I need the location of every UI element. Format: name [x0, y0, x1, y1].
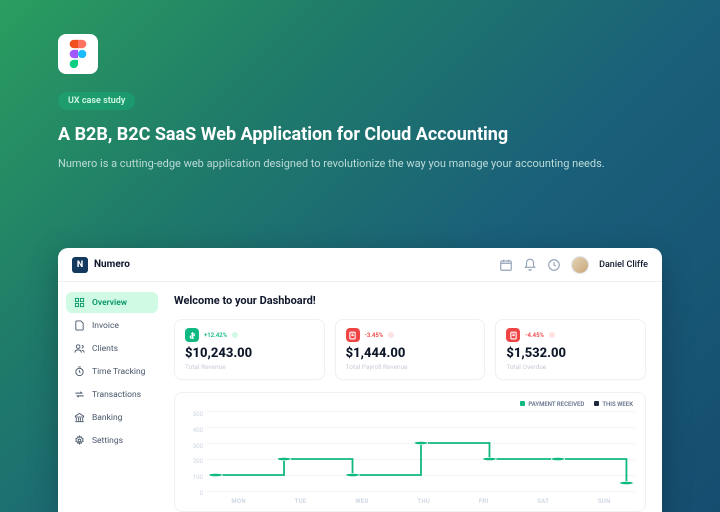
trend-down-icon — [549, 332, 555, 338]
bell-icon[interactable] — [523, 258, 537, 272]
brand-name: Numero — [94, 259, 130, 270]
sidebar-item-label: Overview — [92, 298, 127, 308]
bank-icon — [74, 412, 85, 423]
stat-label: Total Overdue — [506, 363, 635, 371]
sidebar-item-time-tracking[interactable]: Time Tracking — [66, 361, 158, 382]
hero-subtitle: Numero is a cutting-edge web application… — [58, 155, 618, 173]
stat-card-overdue: -4.45% $1,532.00 Total Overdue — [495, 319, 646, 380]
sidebar-item-clients[interactable]: Clients — [66, 338, 158, 359]
receipt-icon — [346, 328, 360, 342]
main-content: Welcome to your Dashboard! +12.42% $10,2… — [166, 282, 662, 512]
stat-amount: $1,444.00 — [346, 346, 475, 361]
trend-down-icon — [388, 332, 394, 338]
calendar-icon[interactable] — [499, 258, 513, 272]
legend-dot-icon — [520, 401, 525, 406]
sidebar-item-overview[interactable]: Overview — [66, 292, 158, 313]
sidebar-item-label: Banking — [92, 413, 122, 423]
stat-card-payroll: -3.45% $1,444.00 Total Payroll Revenue — [335, 319, 486, 380]
delta-badge: +12.42% — [204, 332, 227, 339]
sidebar-item-label: Time Tracking — [92, 367, 145, 377]
stat-amount: $10,243.00 — [185, 346, 314, 361]
user-name: Daniel Cliffe — [599, 260, 648, 270]
legend-dot-icon — [594, 401, 599, 406]
delta-badge: -4.45% — [525, 332, 544, 339]
chart-plot: MON TUE WED THU FRI SAT SUN — [207, 411, 635, 505]
hero-title: A B2B, B2C SaaS Web Application for Clou… — [58, 124, 662, 145]
sidebar-item-invoice[interactable]: Invoice — [66, 315, 158, 336]
clock-icon[interactable] — [547, 258, 561, 272]
stat-label: Total Revenue — [185, 363, 314, 371]
sidebar-item-settings[interactable]: Settings — [66, 430, 158, 451]
file-icon — [74, 320, 85, 331]
sidebar-item-label: Invoice — [92, 321, 119, 331]
sidebar-item-banking[interactable]: Banking — [66, 407, 158, 428]
sidebar-item-label: Settings — [92, 436, 123, 446]
sidebar: Overview Invoice Clients Time Tracking T… — [58, 282, 166, 512]
dollar-icon — [185, 328, 199, 342]
chart-card: PAYMENT RECEIVED THIS WEEK 500 400 300 2… — [174, 392, 646, 512]
stat-label: Total Payroll Revenue — [346, 363, 475, 371]
logo-icon: N — [72, 257, 88, 273]
y-axis: 500 400 300 200 100 0 — [185, 411, 203, 511]
brand: N Numero — [72, 257, 130, 273]
stats-row: +12.42% $10,243.00 Total Revenue -3.45% … — [174, 319, 646, 380]
sidebar-item-label: Transactions — [92, 390, 141, 400]
clock2-icon — [74, 366, 85, 377]
stat-amount: $1,532.00 — [506, 346, 635, 361]
stat-card-revenue: +12.42% $10,243.00 Total Revenue — [174, 319, 325, 380]
chart-legend: PAYMENT RECEIVED THIS WEEK — [520, 401, 633, 408]
gear-icon — [74, 435, 85, 446]
transfer-icon — [74, 389, 85, 400]
topbar: N Numero Daniel Cliffe — [58, 248, 662, 282]
case-study-pill: UX case study — [58, 92, 135, 110]
avatar[interactable] — [571, 256, 589, 274]
trend-up-icon — [232, 332, 238, 338]
figma-icon — [58, 34, 98, 74]
sidebar-item-label: Clients — [92, 344, 118, 354]
delta-badge: -3.45% — [365, 332, 384, 339]
receipt2-icon — [506, 328, 520, 342]
users-icon — [74, 343, 85, 354]
app-window: N Numero Daniel Cliffe Overview Invoice — [58, 248, 662, 512]
grid-icon — [74, 297, 85, 308]
sidebar-item-transactions[interactable]: Transactions — [66, 384, 158, 405]
page-title: Welcome to your Dashboard! — [174, 294, 646, 307]
